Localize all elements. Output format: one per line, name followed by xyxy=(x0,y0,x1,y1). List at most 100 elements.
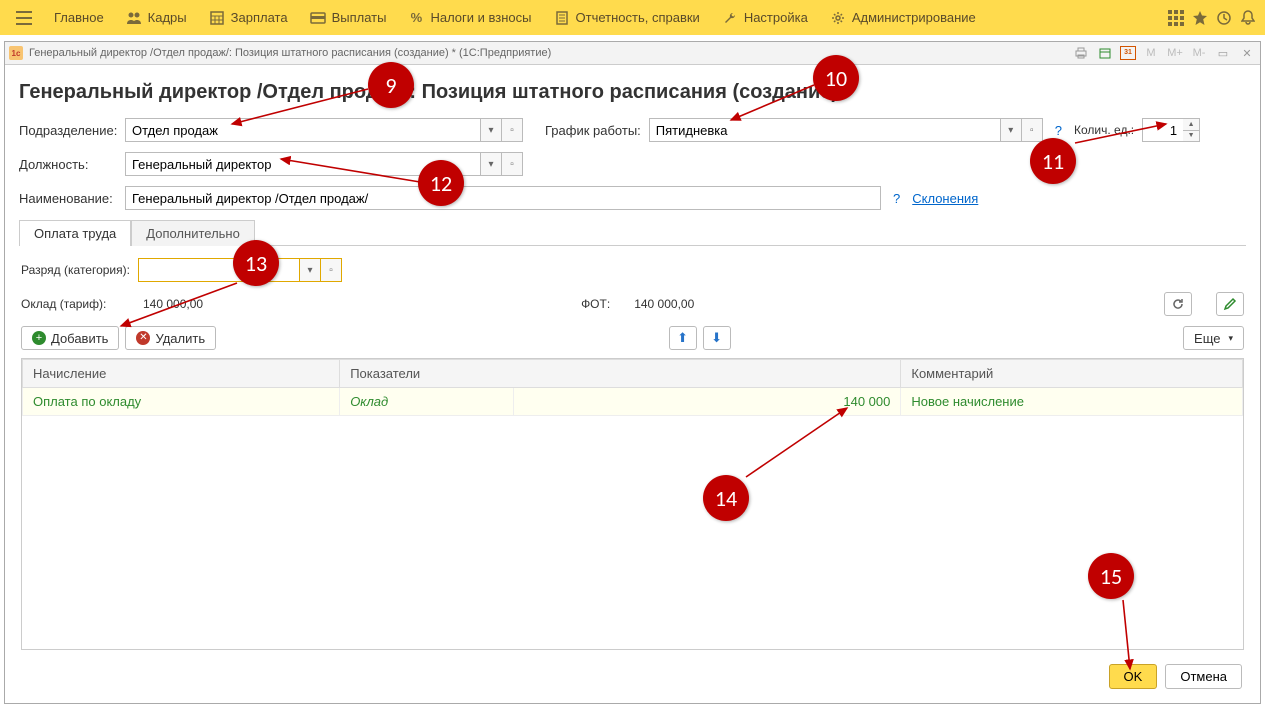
calculator-icon xyxy=(209,10,225,26)
ok-button[interactable]: OK xyxy=(1109,664,1158,689)
callout-11: 11 xyxy=(1030,138,1076,184)
document-icon xyxy=(554,10,570,26)
cell-accrual: Оплата по окладу xyxy=(23,388,340,416)
wallet-icon xyxy=(310,10,326,26)
dialog-footer: OK Отмена xyxy=(19,654,1246,693)
sched-field: ▾ ▫ xyxy=(649,118,1043,142)
menu-reports[interactable]: Отчетность, справки xyxy=(544,5,710,31)
plus-icon: + xyxy=(32,331,46,345)
dept-input[interactable] xyxy=(125,118,480,142)
tabs: Оплата труда Дополнительно xyxy=(19,220,1246,246)
callout-9: 9 xyxy=(368,62,414,108)
percent-icon: % xyxy=(408,10,424,26)
cell-comment: Новое начисление xyxy=(901,388,1243,416)
table-row[interactable]: Оплата по окладу Оклад 140 000 Новое нач… xyxy=(23,388,1243,416)
cell-indicator: Оклад xyxy=(340,388,514,416)
dept-field: ▾ ▫ xyxy=(125,118,523,142)
qty-up[interactable]: ▲ xyxy=(1183,119,1199,131)
sched-input[interactable] xyxy=(649,118,1000,142)
menu-hr[interactable]: Кадры xyxy=(116,5,197,31)
col-accrual: Начисление xyxy=(23,360,340,388)
rank-label: Разряд (категория): xyxy=(21,263,130,277)
tb-print-icon[interactable] xyxy=(1072,44,1090,62)
gear-icon xyxy=(830,10,846,26)
qty-label: Колич. ед.: xyxy=(1074,123,1134,137)
rank-dropdown[interactable]: ▾ xyxy=(299,258,320,282)
menu-salary[interactable]: Зарплата xyxy=(199,5,298,31)
fot-value: 140 000,00 xyxy=(634,297,694,311)
declension-link[interactable]: Склонения xyxy=(912,191,978,206)
name-help[interactable]: ? xyxy=(893,191,900,206)
callout-14: 14 xyxy=(703,475,749,521)
tb-m-plus[interactable]: M+ xyxy=(1166,44,1184,62)
name-field xyxy=(125,186,881,210)
qty-field: ▲▼ xyxy=(1142,118,1200,142)
tab-body: Разряд (категория): ▾ ▫ Оклад (тариф): 1… xyxy=(19,246,1246,654)
callout-13: 13 xyxy=(233,240,279,286)
cell-value: 140 000 xyxy=(514,388,901,416)
col-comment: Комментарий xyxy=(901,360,1243,388)
sched-help[interactable]: ? xyxy=(1055,123,1062,138)
callout-15: 15 xyxy=(1088,553,1134,599)
edit-button[interactable] xyxy=(1216,292,1244,316)
pos-field: ▾ ▫ xyxy=(125,152,523,176)
tb-m-minus[interactable]: M- xyxy=(1190,44,1208,62)
refresh-button[interactable] xyxy=(1164,292,1192,316)
dept-dropdown[interactable]: ▾ xyxy=(480,118,501,142)
oklad-label: Оклад (тариф): xyxy=(21,297,119,311)
hamburger-icon[interactable] xyxy=(6,6,42,30)
more-button[interactable]: Еще▾ xyxy=(1183,326,1244,350)
callout-12: 12 xyxy=(418,160,464,206)
name-input[interactable] xyxy=(125,186,881,210)
close-icon[interactable]: ✕ xyxy=(1238,44,1256,62)
move-down-button[interactable]: ⬇ xyxy=(703,326,731,350)
bell-icon[interactable] xyxy=(1237,7,1259,29)
dept-open[interactable]: ▫ xyxy=(501,118,523,142)
add-button[interactable]: +Добавить xyxy=(21,326,119,350)
apps-icon[interactable] xyxy=(1165,7,1187,29)
tb-m[interactable]: M xyxy=(1142,44,1160,62)
pos-label: Должность: xyxy=(19,157,117,172)
tb-calendar31-icon[interactable]: 31 xyxy=(1120,46,1136,60)
menu-settings[interactable]: Настройка xyxy=(712,5,818,31)
window-titlebar: 1c Генеральный директор /Отдел продаж/: … xyxy=(5,42,1260,65)
accruals-table-wrap[interactable]: Начисление Показатели Комментарий Оплата… xyxy=(21,358,1244,650)
fot-label: ФОТ: xyxy=(581,297,610,311)
oklad-value: 140 000,00 xyxy=(143,297,203,311)
sched-dropdown[interactable]: ▾ xyxy=(1000,118,1021,142)
accruals-table: Начисление Показатели Комментарий Оплата… xyxy=(22,359,1243,416)
star-icon[interactable] xyxy=(1189,7,1211,29)
page-title: Генеральный директор /Отдел продаж/: Поз… xyxy=(19,81,1246,104)
callout-10: 10 xyxy=(813,55,859,101)
dept-label: Подразделение: xyxy=(19,123,117,138)
window-frame: 1c Генеральный директор /Отдел продаж/: … xyxy=(4,41,1261,704)
move-up-button[interactable]: ⬆ xyxy=(669,326,697,350)
menu-main[interactable]: Главное xyxy=(44,5,114,30)
delete-button[interactable]: ✕Удалить xyxy=(125,326,216,350)
x-icon: ✕ xyxy=(136,331,150,345)
qty-input[interactable] xyxy=(1142,118,1183,142)
history-icon[interactable] xyxy=(1213,7,1235,29)
menu-admin[interactable]: Администрирование xyxy=(820,5,986,31)
name-label: Наименование: xyxy=(19,191,117,206)
qty-down[interactable]: ▼ xyxy=(1183,131,1199,142)
col-indicators: Показатели xyxy=(340,360,901,388)
qty-spinner[interactable]: ▲▼ xyxy=(1183,118,1200,142)
app-logo-icon: 1c xyxy=(9,46,23,60)
wrench-icon xyxy=(722,10,738,26)
people-icon xyxy=(126,10,142,26)
menu-payments[interactable]: Выплаты xyxy=(300,5,397,31)
sched-open[interactable]: ▫ xyxy=(1021,118,1043,142)
tab-extra[interactable]: Дополнительно xyxy=(131,220,255,246)
main-menu-bar: Главное Кадры Зарплата Выплаты %Налоги и… xyxy=(0,0,1265,35)
pos-dropdown[interactable]: ▾ xyxy=(480,152,501,176)
rank-open[interactable]: ▫ xyxy=(320,258,342,282)
cancel-button[interactable]: Отмена xyxy=(1165,664,1242,689)
window-title-text: Генеральный директор /Отдел продаж/: Поз… xyxy=(29,47,1066,59)
minimize-icon[interactable]: ▭ xyxy=(1214,44,1232,62)
tb-calendar-icon[interactable] xyxy=(1096,44,1114,62)
tab-payment[interactable]: Оплата труда xyxy=(19,220,131,246)
menu-taxes[interactable]: %Налоги и взносы xyxy=(398,5,541,31)
sched-label: График работы: xyxy=(545,123,641,138)
pos-open[interactable]: ▫ xyxy=(501,152,523,176)
